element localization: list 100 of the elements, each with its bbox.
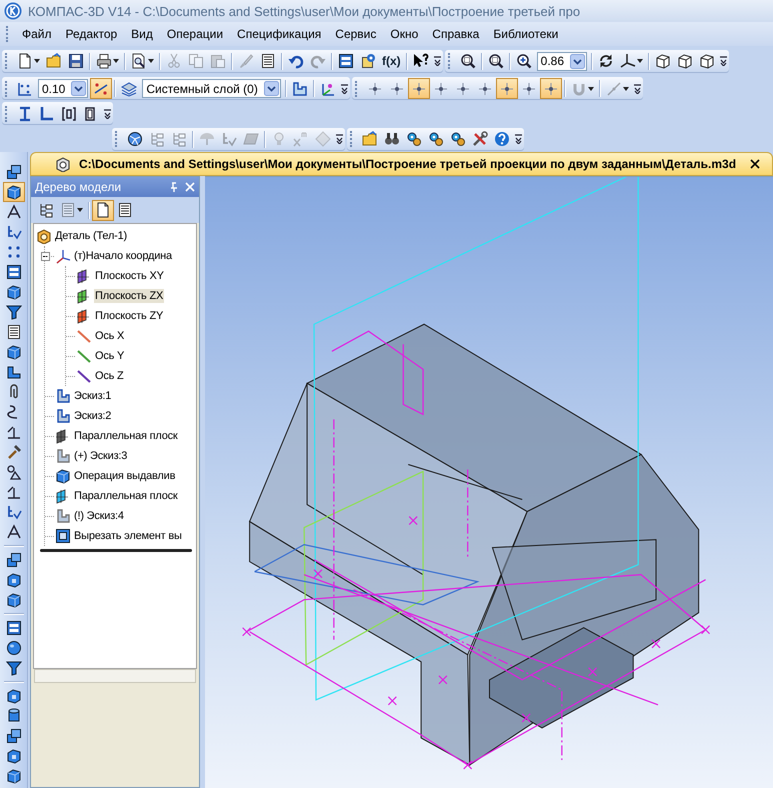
document-button[interactable] — [92, 200, 114, 220]
table-icon — [117, 202, 133, 218]
toolbar-overflow-icon[interactable] — [634, 84, 641, 94]
menu-item[interactable]: Спецификация — [230, 27, 328, 41]
tree-item[interactable]: Плоскость XY — [94, 269, 165, 283]
snap-line-icon — [93, 80, 110, 96]
menu-item[interactable]: Библиотеки — [486, 27, 566, 41]
funnel-icon — [6, 304, 22, 320]
diamond-icon — [315, 131, 331, 147]
sketch-axis-icon — [6, 224, 22, 240]
toolbar-overflow-icon[interactable] — [434, 56, 441, 66]
toolbar-overflow-icon[interactable] — [720, 56, 728, 66]
menu-item[interactable]: Файл — [15, 27, 59, 41]
menu-item[interactable]: Редактор — [58, 27, 124, 41]
value-combo-box[interactable]: 0.86 — [536, 52, 588, 70]
tree-item[interactable]: Плоскость ZX — [94, 289, 164, 303]
pointer-question-icon — [412, 53, 429, 69]
toolbar-overflow-icon[interactable] — [515, 134, 522, 144]
tree-item[interactable]: Эскиз:2 — [73, 409, 112, 423]
snap-line-button[interactable] — [90, 78, 112, 99]
umbrella-icon — [199, 131, 215, 147]
box-cutout-icon — [6, 688, 22, 704]
snap-point-icon — [366, 80, 383, 96]
value-combo-box[interactable]: 0.10 — [38, 79, 88, 98]
tree-item[interactable]: Плоскость ZY — [94, 309, 164, 323]
snap-point-icon — [388, 80, 405, 96]
tree-item[interactable]: Операция выдавлив — [73, 469, 176, 483]
clipboard-icon — [210, 53, 226, 69]
close-icon[interactable] — [750, 159, 760, 169]
tree-item[interactable]: Эскиз:1 — [73, 389, 112, 403]
snap-point-icon — [476, 80, 493, 96]
scissors-icon — [166, 53, 182, 69]
caret-icon — [113, 59, 119, 63]
undo-arrow-icon — [288, 53, 304, 69]
cube-icon — [655, 53, 672, 69]
document-tab[interactable]: C:\Documents and Settings\user\Мои документы\Построение третьей проекции по двум заданным\Деталь.m3d — [30, 152, 773, 176]
menu-item[interactable]: Сервис — [328, 27, 384, 41]
document-icon — [95, 202, 111, 218]
angle-lines-icon — [6, 204, 22, 220]
collapse-toggle-icon[interactable] — [41, 252, 50, 260]
menu-item[interactable]: Окно — [383, 27, 426, 41]
toolbar-overflow-icon[interactable] — [104, 108, 111, 118]
tree-item[interactable]: (+) Эскиз:3 — [73, 449, 128, 463]
pin-icon[interactable] — [169, 182, 179, 192]
snap-point-button[interactable] — [408, 78, 430, 99]
window-panel-icon — [6, 264, 22, 280]
tree-structure-icon — [149, 131, 165, 147]
tree-structure-icon — [171, 131, 187, 147]
menu-item[interactable]: Операции — [160, 27, 230, 41]
redo-arrow-icon — [310, 53, 326, 69]
tree-item[interactable]: (!) Эскиз:4 — [73, 509, 125, 523]
layers-icon — [121, 80, 138, 96]
document-icon — [17, 53, 33, 69]
brush-icon — [238, 53, 254, 69]
toolbar-overflow-icon[interactable] — [336, 134, 343, 144]
sphere-icon — [6, 640, 22, 656]
solid-box-button[interactable] — [2, 182, 24, 202]
axes-icon — [55, 248, 71, 264]
snap-point-button[interactable] — [540, 78, 562, 99]
solid-box-icon — [6, 592, 22, 608]
folder-icon — [46, 53, 62, 69]
menu-item[interactable]: Вид — [124, 27, 160, 41]
solid-box-icon — [55, 468, 71, 484]
cutout-icon — [55, 528, 71, 544]
snap-point-button[interactable] — [496, 78, 518, 99]
tree-item[interactable]: (т)Начало координа — [73, 249, 173, 263]
horizontal-scrollbar[interactable] — [34, 669, 196, 683]
snap-point-icon — [520, 80, 537, 96]
i-beam-icon — [17, 106, 33, 122]
function-button[interactable]: f(x) — [379, 50, 404, 72]
snap-point-icon — [498, 80, 515, 96]
tree-item[interactable]: Вырезать элемент вы — [73, 529, 183, 543]
stacked-boxes-icon — [6, 552, 22, 568]
print-preview-icon — [131, 53, 147, 69]
circle-triangle-icon — [6, 464, 22, 480]
tree-item[interactable]: Ось X — [94, 329, 126, 343]
zoom-window-icon — [488, 53, 504, 69]
rotate-arrows-icon — [598, 53, 614, 69]
tree-item[interactable]: Параллельная плоск — [73, 489, 179, 503]
value-combo-box[interactable]: Системный слой (0) — [142, 79, 281, 98]
box-cutout-icon — [6, 572, 22, 588]
tree-item[interactable]: Параллельная плоск — [73, 429, 179, 443]
printer-icon — [96, 53, 112, 69]
tree-item[interactable]: Ось Y — [94, 349, 126, 363]
tree-item[interactable]: Деталь (Тел-1) — [54, 229, 128, 243]
caret-icon — [622, 86, 629, 90]
caret-icon — [637, 59, 644, 63]
tree-structure-icon — [38, 202, 54, 218]
table-icon — [60, 202, 76, 218]
toolbar-overflow-icon[interactable] — [340, 84, 348, 94]
help-icon — [494, 131, 510, 147]
folder-icon — [362, 131, 378, 147]
menu-item[interactable]: Справка — [425, 27, 486, 41]
snap-point-icon — [432, 80, 449, 96]
exponent-icon — [293, 131, 309, 147]
solid-box-icon — [6, 768, 22, 784]
sketch-axis-icon — [6, 504, 22, 520]
table-icon — [6, 324, 22, 340]
binoculars-icon — [384, 131, 400, 147]
tree-item[interactable]: Ось Z — [94, 369, 125, 383]
